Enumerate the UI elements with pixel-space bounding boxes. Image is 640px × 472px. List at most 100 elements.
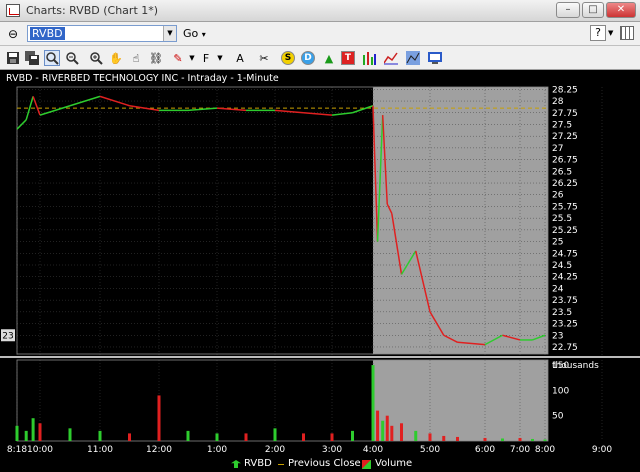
volume-bar	[518, 437, 522, 441]
window-title: Charts: RVBD (Chart 1*)	[26, 4, 159, 17]
price-tick-label: 23.75	[552, 296, 578, 306]
after-hours-volume-shade	[373, 360, 548, 441]
legend-prev-close-label: Previous Close	[288, 458, 361, 469]
fibonacci-dropdown-icon[interactable]: ▼	[212, 50, 228, 66]
time-tick-label: 10:00	[27, 445, 53, 455]
price-tick-label: 26.75	[552, 156, 578, 166]
minimize-button[interactable]: –	[556, 2, 580, 18]
volume-bar	[15, 425, 19, 441]
study-triangle-icon[interactable]: ▲	[321, 50, 337, 66]
symbol-bar: ⊖ RVBD ▼ Go ▾ ? ▼	[0, 22, 640, 46]
volume-bar	[385, 415, 389, 441]
price-tick-label: 27.25	[552, 132, 578, 142]
price-tick-label: 27	[552, 144, 563, 154]
price-tick-label: 26.25	[552, 179, 578, 189]
volume-bar	[98, 430, 102, 441]
volume-bar	[186, 430, 190, 441]
time-tick-label: 7:00	[510, 445, 530, 455]
time-tick-label: 11:00	[87, 445, 113, 455]
volume-bar	[31, 418, 35, 441]
volume-bar	[501, 438, 504, 441]
symbol-dropdown-button[interactable]: ▼	[163, 26, 176, 41]
price-tick-label: 28.25	[552, 85, 578, 95]
study-t-icon[interactable]: T	[341, 51, 355, 65]
eraser-icon[interactable]: ✂	[256, 50, 272, 66]
volume-bar	[400, 423, 403, 441]
price-tick-label: 28	[552, 97, 564, 107]
time-tick-label: 6:00	[475, 445, 495, 455]
price-tick-label: 23.25	[552, 320, 578, 330]
pan-hand-icon[interactable]: ✋	[108, 50, 124, 66]
chart-title: RVBD - RIVERBED TECHNOLOGY INC - Intrada…	[6, 73, 279, 84]
price-tick-label: 25.5	[552, 214, 572, 224]
zoom-icon[interactable]	[44, 50, 60, 66]
volume-bar	[531, 438, 534, 441]
volume-tick-label: 100	[552, 386, 569, 396]
volume-bar	[273, 428, 277, 441]
indicator-line-icon[interactable]	[383, 50, 399, 66]
price-tick-label: 26	[552, 191, 564, 201]
save-as-icon[interactable]	[24, 50, 40, 66]
volume-bar	[24, 430, 28, 441]
go-button[interactable]: Go ▾	[183, 27, 206, 40]
hand-icon[interactable]: ☝	[128, 50, 144, 66]
layout-grid-icon[interactable]	[405, 50, 421, 66]
volume-bar	[38, 423, 42, 441]
volume-bar	[442, 435, 446, 441]
title-bar: Charts: RVBD (Chart 1*) – □ ✕	[0, 0, 640, 22]
legend-prev-close-swatch	[278, 464, 284, 465]
chart-toolbar: ✋ ☝ ⛓ ✎ ▼ F ▼ A ✂ S D ▲ T	[0, 46, 640, 70]
volume-bar	[456, 436, 459, 441]
volume-bar	[330, 433, 334, 441]
time-tick-label: 8:00	[535, 445, 555, 455]
volume-bar	[543, 439, 547, 441]
volume-bar	[244, 433, 248, 441]
price-tick-label: 25.25	[552, 226, 578, 236]
time-tick-label: 4:00	[363, 445, 383, 455]
time-tick-label: 12:00	[146, 445, 172, 455]
volume-bar	[302, 433, 305, 441]
volume-bar	[157, 395, 161, 441]
volume-tick-label: 50	[552, 412, 564, 422]
symbol-input[interactable]: RVBD ▼	[27, 25, 177, 42]
time-tick-label: 9:00	[592, 445, 612, 455]
price-tick-label: 23.5	[552, 308, 572, 318]
price-tick-label: 27.5	[552, 120, 572, 130]
indicator-bars-icon[interactable]	[361, 50, 377, 66]
time-tick-label: 3:00	[322, 445, 342, 455]
after-hours-price-shade	[373, 87, 548, 354]
close-button[interactable]: ✕	[606, 2, 636, 18]
price-tick-label: 27.75	[552, 109, 578, 119]
price-tick-label: 23	[552, 331, 563, 341]
volume-bar	[215, 433, 219, 441]
price-tick-label: 24.25	[552, 273, 578, 283]
time-tick-label: 8:18	[7, 445, 27, 455]
text-tool-icon[interactable]: A	[232, 50, 248, 66]
zoom-fit-icon[interactable]	[88, 50, 104, 66]
legend-rvbd-swatch	[231, 460, 241, 468]
price-marker-label: 23	[2, 331, 13, 341]
link-icon[interactable]: ⛓	[148, 50, 164, 66]
price-tick-label: 26.5	[552, 167, 572, 177]
volume-bar	[483, 437, 487, 441]
link-chain-icon[interactable]: ⊖	[8, 27, 18, 41]
help-dropdown-icon[interactable]: ▼	[608, 29, 613, 37]
maximize-button[interactable]: □	[582, 2, 604, 18]
volume-bar	[414, 430, 418, 441]
legend-volume-swatch	[362, 460, 371, 469]
help-icon[interactable]: ?	[590, 25, 606, 41]
volume-bar	[128, 433, 131, 441]
legend-volume-label: Volume	[375, 458, 413, 469]
volume-tick-label: 150	[552, 361, 569, 371]
price-tick-label: 22.75	[552, 343, 578, 353]
volume-bar	[68, 428, 72, 441]
price-chart[interactable]: RVBD - RIVERBED TECHNOLOGY INC - Intrada…	[0, 70, 640, 472]
charts-window: Charts: RVBD (Chart 1*) – □ ✕ ⊖ RVBD ▼ G…	[0, 0, 640, 472]
monitor-icon[interactable]	[427, 50, 443, 66]
study-s-icon[interactable]: S	[281, 51, 295, 65]
volume-bar	[351, 430, 354, 441]
options-grid-icon[interactable]	[620, 26, 634, 40]
save-icon[interactable]	[5, 50, 21, 66]
study-d-icon[interactable]: D	[301, 51, 315, 65]
zoom-out-icon[interactable]	[64, 50, 80, 66]
